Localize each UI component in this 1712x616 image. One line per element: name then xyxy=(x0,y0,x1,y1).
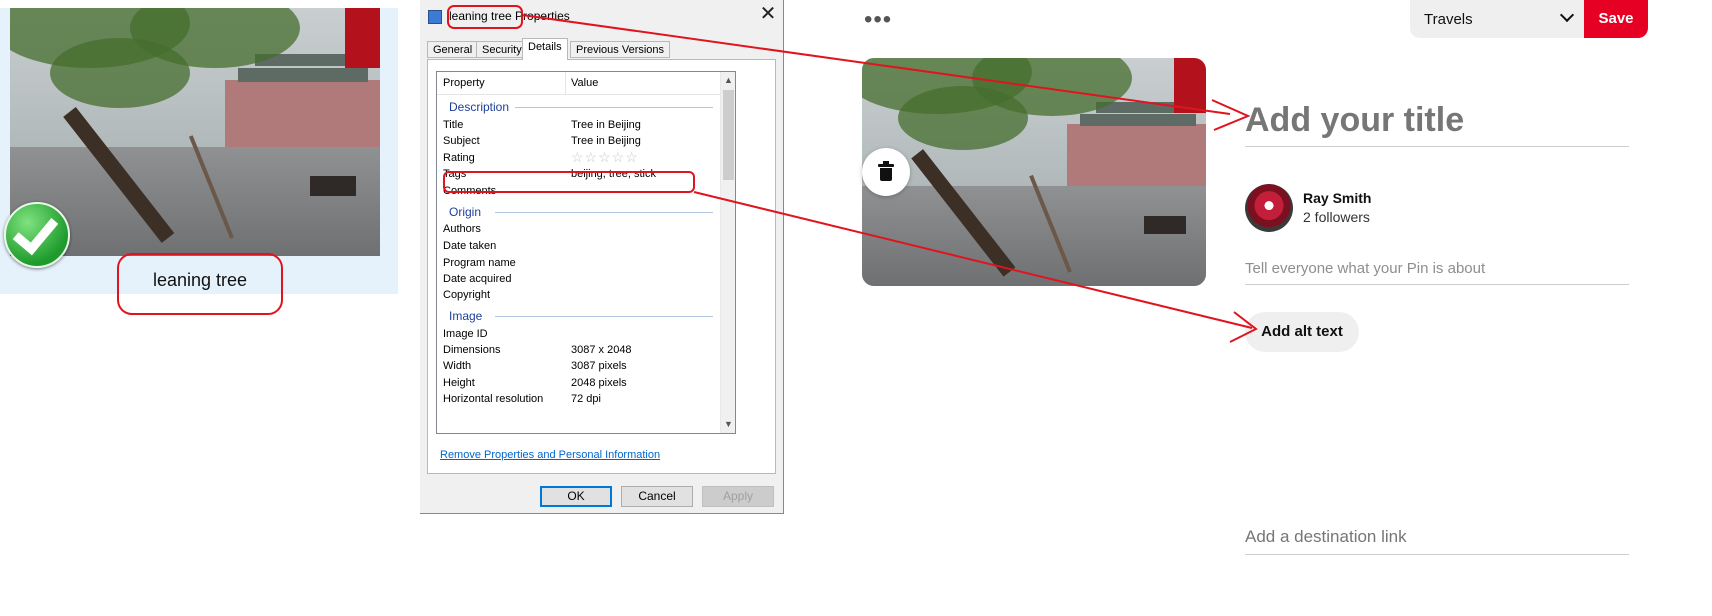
property-name: Title xyxy=(443,119,464,131)
user-name: Ray Smith xyxy=(1303,190,1372,206)
remove-properties-link[interactable]: Remove Properties and Personal Informati… xyxy=(440,449,660,461)
group-image: Image xyxy=(449,309,483,323)
destination-link-input[interactable] xyxy=(1245,522,1629,552)
column-header-property[interactable]: Property xyxy=(443,77,485,89)
property-name: Copyright xyxy=(443,289,491,301)
more-icon[interactable]: ••• xyxy=(864,6,892,34)
pin-image xyxy=(862,58,1206,286)
property-name: Width xyxy=(443,360,472,372)
property-name: Image ID xyxy=(443,328,488,340)
property-name: Date taken xyxy=(443,240,497,252)
property-value[interactable]: Tree in Beijing xyxy=(571,119,641,131)
chevron-down-icon xyxy=(1559,7,1575,23)
vertical-scrollbar[interactable]: ▲ ▼ xyxy=(720,72,735,433)
link-underline xyxy=(1245,554,1629,555)
group-divider xyxy=(495,212,713,213)
scrollbar-thumb[interactable] xyxy=(723,90,734,180)
delete-image-button[interactable] xyxy=(862,148,910,196)
group-divider xyxy=(495,316,713,317)
group-divider xyxy=(515,107,713,108)
ok-button[interactable]: OK xyxy=(540,486,612,507)
properties-dialog: leaning tree Properties ✕ General Securi… xyxy=(420,0,784,514)
save-button[interactable]: Save xyxy=(1584,0,1648,38)
pin-description-input[interactable] xyxy=(1245,254,1629,282)
cancel-button[interactable]: Cancel xyxy=(621,486,693,507)
tab-security[interactable]: Security xyxy=(476,41,528,58)
list-header: Property Value xyxy=(437,72,720,95)
property-name: Rating xyxy=(443,152,475,164)
property-name: Tags xyxy=(443,168,467,180)
property-value[interactable]: Tree in Beijing xyxy=(571,135,641,147)
property-value[interactable]: 2048 pixels xyxy=(571,377,627,389)
pin-title-input[interactable] xyxy=(1245,94,1629,146)
column-divider[interactable] xyxy=(565,72,566,94)
title-underline xyxy=(1245,146,1629,147)
board-name: Travels xyxy=(1424,11,1473,28)
avatar xyxy=(1245,184,1293,232)
arrow-title-head xyxy=(1211,99,1251,131)
tab-details[interactable]: Details xyxy=(522,38,568,60)
column-header-value[interactable]: Value xyxy=(571,77,598,89)
property-name: Date acquired xyxy=(443,273,512,285)
add-alt-text-button[interactable]: Add alt text xyxy=(1245,312,1359,352)
property-name: Comments xyxy=(443,185,497,197)
rating-stars[interactable]: ☆☆☆☆☆ xyxy=(571,149,639,166)
dialog-title: leaning tree Properties xyxy=(449,9,570,23)
property-value[interactable]: beijing, tree, stick xyxy=(571,168,656,180)
description-underline xyxy=(1245,284,1629,285)
scroll-up-icon[interactable]: ▲ xyxy=(724,76,733,85)
group-description: Description xyxy=(449,100,510,114)
property-list[interactable]: Property Value Description Title Tree in… xyxy=(436,71,736,434)
follower-count: 2 followers xyxy=(1303,209,1370,225)
property-value[interactable]: 3087 pixels xyxy=(571,360,627,372)
property-value[interactable]: 72 dpi xyxy=(571,393,601,405)
file-icon xyxy=(428,10,442,24)
group-origin: Origin xyxy=(449,205,482,219)
property-name: Authors xyxy=(443,223,481,235)
board-dropdown[interactable]: Travels xyxy=(1410,0,1584,38)
tab-general[interactable]: General xyxy=(427,41,479,58)
close-icon[interactable]: ✕ xyxy=(758,3,778,25)
property-name: Program name xyxy=(443,257,516,269)
check-icon xyxy=(4,202,70,268)
tab-previous-versions[interactable]: Previous Versions xyxy=(570,41,671,58)
apply-button[interactable]: Apply xyxy=(702,486,774,507)
property-value[interactable]: 3087 x 2048 xyxy=(571,344,632,356)
property-name: Dimensions xyxy=(443,344,501,356)
scroll-down-icon[interactable]: ▼ xyxy=(724,420,733,429)
property-name: Subject xyxy=(443,135,480,147)
property-name: Horizontal resolution xyxy=(443,393,544,405)
property-name: Height xyxy=(443,377,475,389)
file-name-label[interactable]: leaning tree xyxy=(118,254,282,306)
